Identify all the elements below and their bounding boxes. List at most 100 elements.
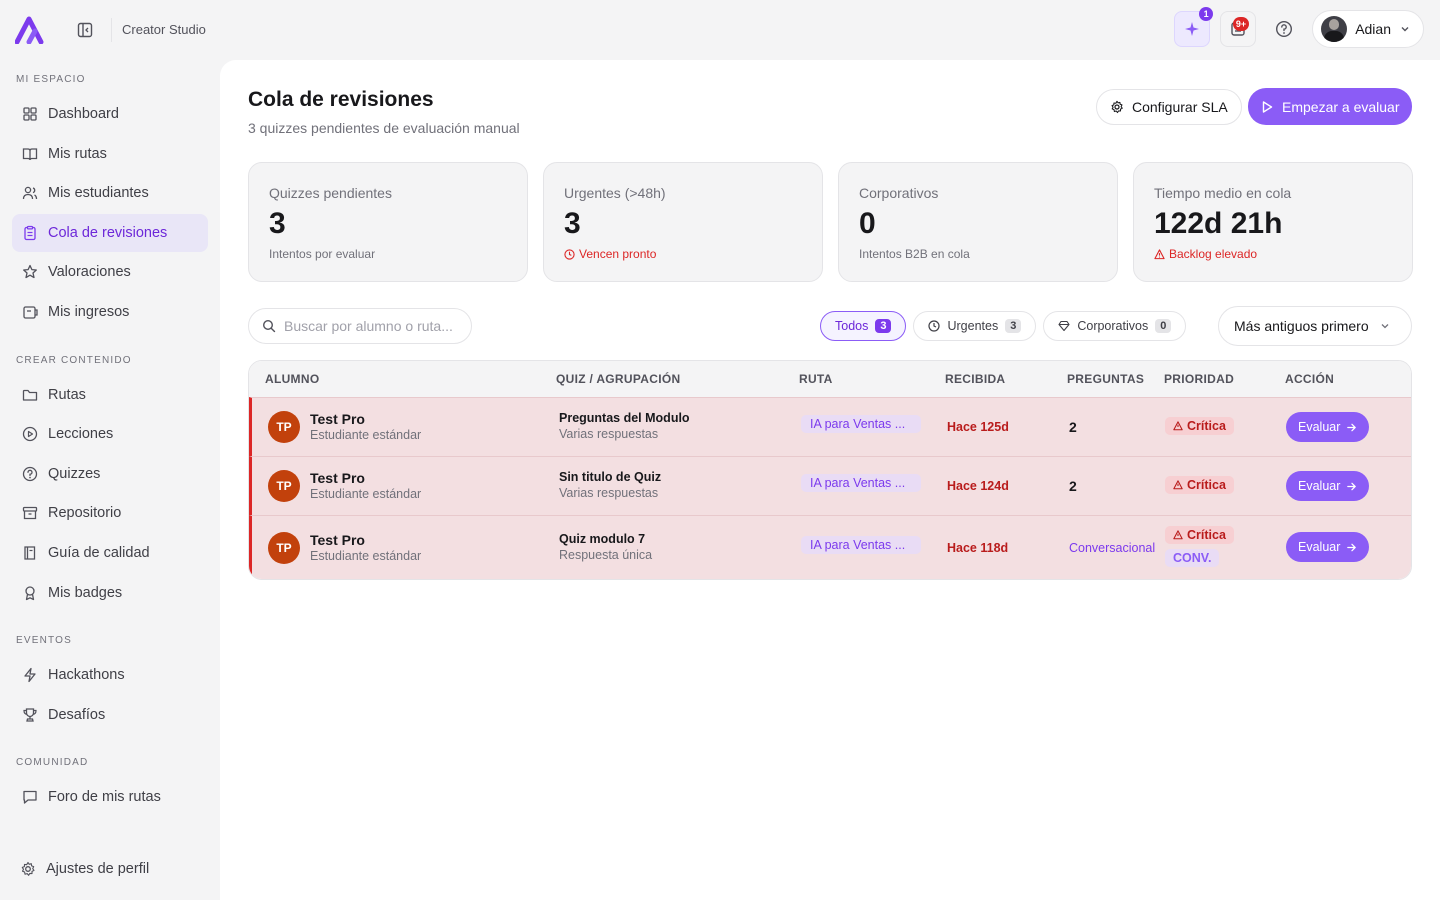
route-chip[interactable]: IA para Ventas ... bbox=[801, 536, 921, 554]
top-actions: 1 9+ Adian bbox=[1174, 7, 1424, 48]
stat-label: Corporativos bbox=[859, 185, 939, 201]
quiz-title: Quiz modulo 7 bbox=[559, 532, 646, 546]
sidebar-item-label: Mis rutas bbox=[48, 146, 107, 162]
student-cell: Test Pro Estudiante estándar bbox=[310, 470, 421, 501]
quiz-cell: Sin titulo de Quiz Varias respuestas bbox=[559, 470, 661, 500]
column-header-recibida: RECIBIDA bbox=[945, 372, 1006, 386]
table-row[interactable]: TP Test Pro Estudiante estándar Quiz mod… bbox=[249, 515, 1411, 579]
evaluate-button[interactable]: Evaluar bbox=[1286, 532, 1370, 562]
student-name: Test Pro bbox=[310, 532, 365, 548]
sidebar-item-dashboard[interactable]: Dashboard bbox=[12, 95, 208, 133]
priority-cell: Crítica bbox=[1165, 476, 1234, 495]
table-header: ALUMNO QUIZ / AGRUPACIÓN RUTA RECIBIDA P… bbox=[249, 361, 1411, 397]
ai-assistant-button[interactable]: 1 bbox=[1174, 7, 1214, 47]
start-evaluating-button[interactable]: Empezar a evaluar bbox=[1248, 88, 1412, 125]
sidebar-item-valoraciones[interactable]: Valoraciones bbox=[12, 253, 208, 291]
arrow-right-icon bbox=[1347, 423, 1357, 431]
stat-label: Urgentes (>48h) bbox=[564, 185, 666, 201]
sidebar-item-label: Desafíos bbox=[48, 707, 106, 723]
stat-value: 0 bbox=[859, 207, 876, 240]
quiz-type: Varias respuestas bbox=[559, 427, 659, 441]
play-icon bbox=[1262, 100, 1273, 113]
student-role: Estudiante estándar bbox=[310, 428, 422, 442]
sidebar-item-cola-de-revisiones[interactable]: Cola de revisiones bbox=[12, 214, 208, 252]
warning-icon bbox=[1173, 421, 1183, 431]
configure-sla-button[interactable]: Configurar SLA bbox=[1096, 89, 1242, 125]
divider bbox=[111, 18, 112, 42]
user-name: Adian bbox=[1355, 21, 1391, 37]
book-icon bbox=[22, 148, 38, 161]
sort-select[interactable]: Más antiguos primero bbox=[1218, 306, 1412, 346]
sidebar-item-label: Foro de mis rutas bbox=[48, 789, 161, 805]
sidebar-toggle-icon[interactable] bbox=[76, 21, 94, 39]
sidebar-item-label: Hackathons bbox=[48, 667, 125, 683]
help-button[interactable] bbox=[1266, 11, 1302, 47]
column-header-alumno: ALUMNO bbox=[265, 372, 320, 386]
sidebar-item-ajustes-de-perfil[interactable]: Ajustes de perfil bbox=[10, 850, 206, 888]
stat-note: Intentos B2B en cola bbox=[859, 247, 970, 261]
evaluate-button[interactable]: Evaluar bbox=[1286, 412, 1370, 442]
filter-corporativos[interactable]: Corporativos 0 bbox=[1043, 311, 1187, 341]
route-chip[interactable]: IA para Ventas ... bbox=[801, 474, 921, 492]
sidebar-item-label: Rutas bbox=[48, 387, 86, 403]
question-count: 2 bbox=[1069, 478, 1077, 494]
priority-badge: Crítica bbox=[1165, 526, 1234, 544]
brand-logo-icon[interactable] bbox=[15, 16, 45, 44]
star-icon bbox=[23, 264, 37, 279]
table-row[interactable]: TP Test Pro Estudiante estándar Pregunta… bbox=[249, 397, 1411, 456]
chevron-down-icon bbox=[1401, 27, 1409, 32]
sidebar-item-mis-badges[interactable]: Mis badges bbox=[12, 574, 208, 612]
quiz-type: Respuesta única bbox=[559, 548, 653, 562]
configure-sla-label: Configurar SLA bbox=[1132, 99, 1228, 115]
sidebar-item-desafios[interactable]: Desafíos bbox=[12, 696, 208, 734]
folder-icon bbox=[22, 389, 38, 401]
sidebar-item-lecciones[interactable]: Lecciones bbox=[12, 415, 208, 453]
search-input[interactable] bbox=[284, 318, 464, 334]
notifications-button[interactable]: 9+ bbox=[1220, 11, 1257, 47]
page-title: Cola de revisiones bbox=[248, 88, 434, 111]
clock-icon bbox=[564, 248, 575, 260]
sidebar-item-hackathons[interactable]: Hackathons bbox=[12, 656, 208, 694]
top-bar: Creator Studio 1 9+ Adian bbox=[0, 0, 1440, 60]
table-row[interactable]: TP Test Pro Estudiante estándar Sin titu… bbox=[249, 456, 1411, 515]
search-box[interactable] bbox=[248, 308, 472, 344]
page-subtitle: 3 quizzes pendientes de evaluación manua… bbox=[248, 120, 520, 136]
column-header-quiz: QUIZ / AGRUPACIÓN bbox=[556, 372, 681, 386]
filter-label: Corporativos bbox=[1077, 319, 1149, 333]
grid-icon bbox=[23, 107, 37, 121]
user-menu[interactable]: Adian bbox=[1312, 10, 1424, 48]
notif-badge: 9+ bbox=[1232, 17, 1250, 31]
question-count: 2 bbox=[1069, 419, 1077, 435]
sidebar-item-label: Guía de calidad bbox=[48, 545, 150, 561]
route-chip[interactable]: IA para Ventas ... bbox=[801, 415, 921, 433]
sidebar-item-label: Quizzes bbox=[48, 466, 101, 482]
sidebar-item-label: Dashboard bbox=[48, 106, 119, 122]
help-icon bbox=[1276, 20, 1293, 38]
sidebar-item-quizzes[interactable]: Quizzes bbox=[12, 455, 208, 493]
filter-urgentes[interactable]: Urgentes 3 bbox=[913, 311, 1037, 341]
student-cell: Test Pro Estudiante estándar bbox=[310, 411, 421, 442]
sidebar-item-repositorio[interactable]: Repositorio bbox=[12, 494, 208, 532]
filter-todos[interactable]: Todos 3 bbox=[820, 311, 907, 341]
sidebar-item-mis-rutas[interactable]: Mis rutas bbox=[12, 135, 208, 173]
evaluate-button[interactable]: Evaluar bbox=[1286, 471, 1370, 501]
warning-icon bbox=[1173, 480, 1183, 490]
sidebar-item-guia-de-calidad[interactable]: Guía de calidad bbox=[12, 534, 208, 572]
filter-label: Todos bbox=[835, 319, 869, 333]
stat-note: Backlog elevado bbox=[1154, 247, 1392, 261]
sidebar-item-mis-estudiantes[interactable]: Mis estudiantes bbox=[12, 174, 208, 212]
arrow-right-icon bbox=[1347, 482, 1357, 490]
priority-cell: Crítica CONV. bbox=[1165, 526, 1234, 567]
section-title-eventos: EVENTOS bbox=[16, 635, 73, 646]
stat-value: 122d 21h bbox=[1154, 207, 1283, 240]
student-name: Test Pro bbox=[310, 470, 365, 486]
sidebar-item-foro-de-mis-rutas[interactable]: Foro de mis rutas bbox=[12, 778, 208, 816]
sidebar-item-label: Mis ingresos bbox=[48, 304, 130, 320]
avatar bbox=[1321, 16, 1348, 42]
arrow-right-icon bbox=[1347, 543, 1357, 551]
sidebar-item-label: Cola de revisiones bbox=[48, 225, 168, 241]
sidebar-item-rutas[interactable]: Rutas bbox=[12, 376, 208, 414]
sidebar-item-mis-ingresos[interactable]: Mis ingresos bbox=[12, 293, 208, 331]
conversational-tag: CONV. bbox=[1165, 549, 1220, 567]
filter-chips: Todos 3 Urgentes 3 Corporativos 0 bbox=[820, 311, 1187, 341]
